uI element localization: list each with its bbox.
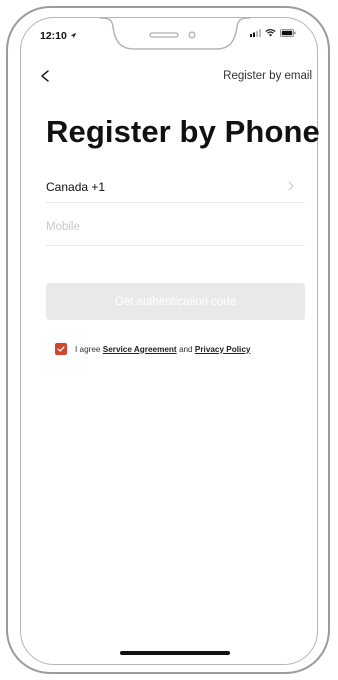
page-title: Register by Phone (46, 114, 320, 149)
phone-notch (100, 17, 250, 50)
checkmark-icon (57, 346, 65, 352)
wifi-icon (265, 29, 276, 37)
country-label: Canada +1 (46, 180, 106, 194)
back-chevron-icon[interactable] (36, 64, 56, 88)
get-authentication-code-button[interactable]: Get authentication code (46, 283, 305, 320)
status-icons (250, 29, 296, 37)
agreement-checkbox[interactable] (55, 343, 67, 355)
privacy-policy-link[interactable]: Privacy Policy (195, 345, 251, 354)
service-agreement-link[interactable]: Service Agreement (103, 345, 177, 354)
location-arrow-icon (70, 32, 77, 39)
country-selector[interactable]: Canada +1 (46, 172, 305, 203)
agreement-row: I agree Service Agreement and Privacy Po… (55, 343, 250, 355)
home-indicator[interactable] (120, 651, 230, 655)
agreement-and: and (178, 344, 193, 354)
chevron-right-icon (288, 181, 294, 191)
battery-icon (280, 29, 296, 37)
mobile-input[interactable] (46, 221, 305, 233)
signal-icon (250, 29, 261, 37)
status-time: 12:10 (40, 30, 77, 42)
agreement-prefix: I agree (75, 344, 101, 354)
register-by-email-link[interactable]: Register by email (223, 70, 312, 82)
mobile-field-row (46, 215, 305, 246)
